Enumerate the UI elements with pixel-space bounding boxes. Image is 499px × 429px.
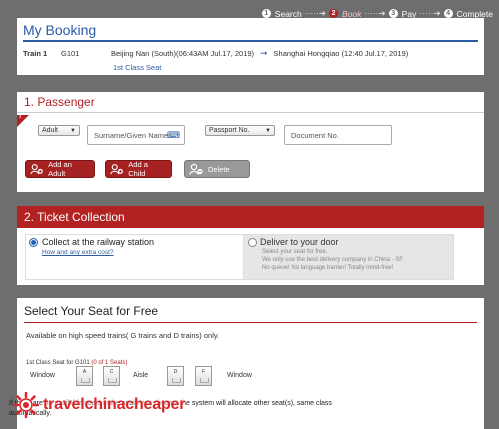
deliver-desc-line: Select your seat for free.	[262, 249, 328, 255]
seat-letter: D	[173, 369, 178, 375]
seat-section-title: Select Your Seat for Free	[24, 304, 159, 318]
aisle-label: Aisle	[133, 372, 149, 379]
train-number: G101	[61, 49, 80, 58]
step-number: 4	[443, 9, 453, 18]
deliver-description: Select your seat for free. We only use t…	[262, 248, 452, 272]
step-pay: 3 Pay	[388, 8, 417, 19]
seat-class-line: 1st Class Seat for G101 (0 of 1 Seats)	[17, 340, 484, 366]
collect-option-title: Collect at the railway station	[42, 237, 155, 247]
add-child-label: Add a Child	[128, 160, 148, 178]
deliver-option-title: Deliver to your door	[260, 237, 339, 247]
seat-c[interactable]: C	[103, 366, 120, 386]
add-adult-button[interactable]: Add an Adult	[25, 160, 95, 178]
seat-class: 1st Class Seat	[113, 63, 162, 72]
chevron-down-icon: ▼	[70, 127, 76, 134]
passenger-panel: 1. Passenger ! Adult ▼ Surname/Given Nam…	[17, 92, 484, 192]
step-label: Search	[274, 8, 302, 19]
id-type-value: Passport No.	[209, 127, 250, 134]
step-complete: 4 Complete	[443, 8, 493, 19]
seat-letter: A	[82, 369, 87, 375]
train-info-row: Train 1 G101 Beijing Nan (South)(06:43AM…	[17, 42, 484, 59]
id-type-select[interactable]: Passport No. ▼	[205, 125, 275, 136]
deliver-to-door-option[interactable]: Deliver to your door Select your seat fo…	[243, 234, 454, 280]
watermark-text: travelchinacheaper	[43, 396, 186, 413]
document-number-input[interactable]: Document No.	[284, 125, 392, 145]
name-input[interactable]: Surname/Given Names ⌨	[87, 125, 185, 145]
watermark: travelchinacheaper	[13, 392, 185, 418]
add-person-icon	[30, 164, 43, 175]
seat-availability-note: Available on high speed trains( G trains…	[26, 331, 220, 340]
delete-person-icon	[189, 163, 203, 175]
step-search: 1 Search	[261, 8, 302, 19]
name-placeholder: Surname/Given Names	[94, 130, 172, 140]
add-person-icon	[110, 164, 123, 175]
required-flag-mark: !	[19, 113, 22, 120]
seat-f[interactable]: F	[195, 366, 212, 386]
train-label: Train 1	[23, 49, 48, 58]
arrow-right-icon: ➞	[260, 48, 268, 58]
deliver-radio[interactable]	[248, 238, 257, 247]
ticket-section-title: 2. Ticket Collection	[17, 206, 484, 228]
arrival-station: Shanghai Hongqiao (12:40 Jul.17, 2019)	[273, 49, 409, 58]
step-number: 1	[261, 9, 271, 18]
seat-letter: C	[109, 369, 114, 375]
seat-a[interactable]: A	[76, 366, 93, 386]
add-child-button[interactable]: Add a Child	[105, 160, 172, 178]
chevron-down-icon: ▼	[265, 127, 271, 134]
collect-at-station-option[interactable]: Collect at the railway station How and a…	[25, 234, 245, 280]
ticket-collection-panel: 2. Ticket Collection Collect at the rail…	[17, 206, 484, 285]
step-number: 2	[329, 9, 339, 18]
window-right-label: Window	[227, 372, 252, 379]
window-left-label: Window	[30, 372, 55, 379]
sun-logo-icon	[13, 392, 39, 418]
passenger-type-select[interactable]: Adult ▼	[38, 125, 80, 136]
deliver-desc-line: We only use the best delivery company in…	[262, 257, 404, 263]
collect-radio[interactable]	[29, 238, 38, 247]
step-label: Complete	[456, 8, 493, 19]
extra-cost-link[interactable]: How and any extra cost?	[42, 249, 114, 256]
departure-station: Beijing Nan (South)(06:43AM Jul.17, 2019…	[111, 49, 254, 58]
page-title: My Booking	[23, 22, 97, 38]
step-label: Pay	[401, 8, 417, 19]
document-placeholder: Document No.	[291, 130, 339, 140]
step-number: 3	[388, 9, 398, 18]
seat-letter: F	[201, 369, 206, 375]
delete-label: Delete	[208, 164, 230, 174]
keyboard-icon[interactable]: ⌨	[167, 130, 180, 141]
step-book: 2 Book	[329, 9, 361, 19]
add-adult-label: Add an Adult	[48, 160, 72, 178]
seat-map: Window A C Aisle D F Window	[0, 366, 467, 388]
passenger-section-title: 1. Passenger	[17, 92, 484, 113]
my-booking-panel: My Booking Train 1 G101 Beijing Nan (Sou…	[17, 18, 484, 75]
passenger-type-value: Adult	[42, 127, 58, 134]
delete-passenger-button[interactable]: Delete	[184, 160, 250, 178]
deliver-desc-line: No queue! No language barrier! Totally m…	[262, 265, 394, 271]
step-label: Book	[342, 8, 362, 19]
seat-d[interactable]: D	[167, 366, 184, 386]
